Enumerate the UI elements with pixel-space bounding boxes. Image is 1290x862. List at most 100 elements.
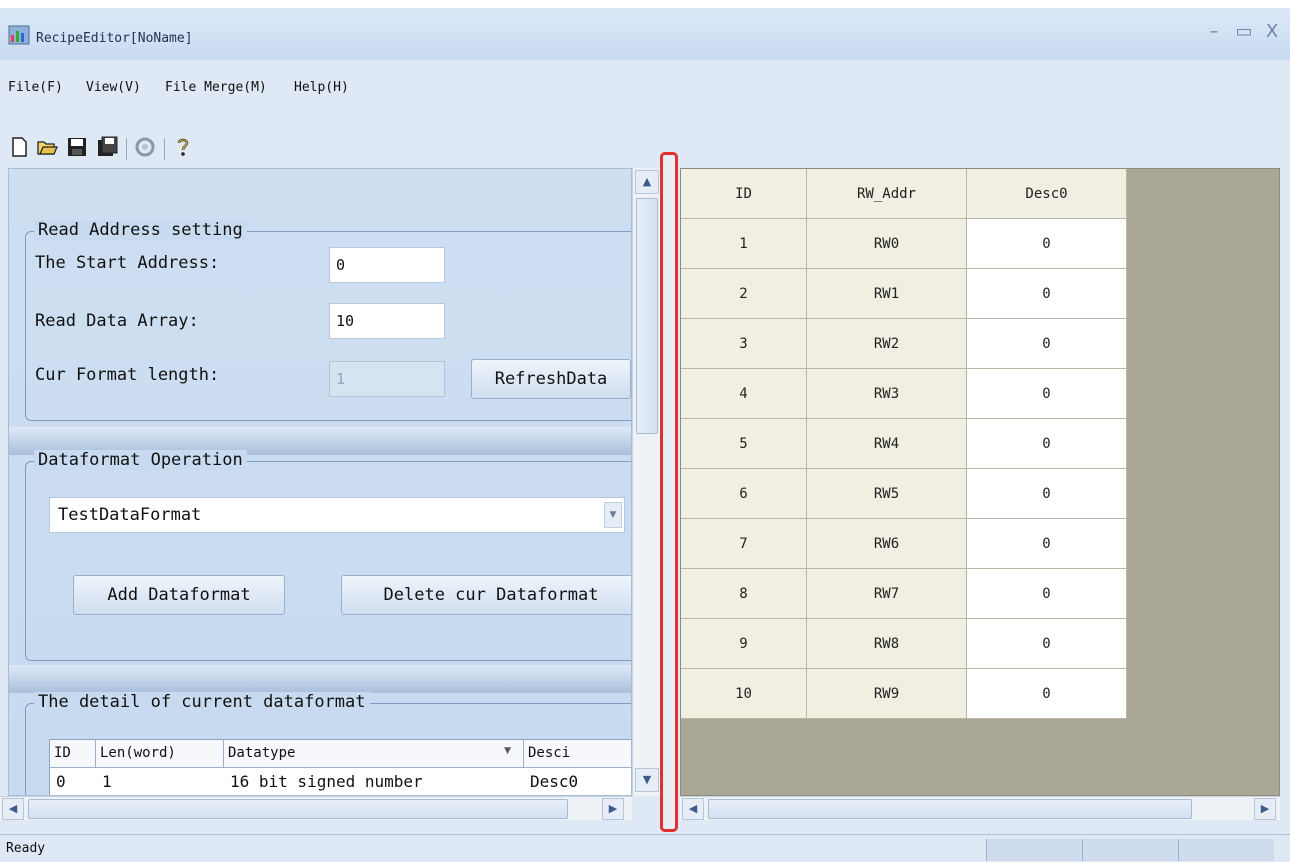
read-data-array-label: Read Data Array: <box>35 311 199 331</box>
dataformat-operation-title: Dataformat Operation <box>34 450 247 470</box>
open-folder-icon[interactable] <box>36 136 58 158</box>
scroll-left-icon[interactable]: ◀ <box>682 798 704 820</box>
left-vertical-scrollbar[interactable]: ▲ ▼ <box>632 168 660 796</box>
dataformat-select[interactable]: TestDataFormat ▼ <box>49 497 625 533</box>
sort-down-icon: ▼ <box>504 746 511 756</box>
grid-horizontal-scrollbar[interactable]: ◀ ▶ <box>680 796 1280 820</box>
left-horizontal-scrollbar[interactable]: ◀ ▶ <box>0 796 632 820</box>
grid-cell-id[interactable]: 6 <box>681 469 807 519</box>
format-length-label: Cur Format length: <box>35 365 220 385</box>
menu-file[interactable]: File(F) <box>8 80 63 95</box>
minimize-button[interactable]: – <box>1200 20 1228 44</box>
scroll-right-icon[interactable]: ▶ <box>602 798 624 820</box>
grid-cell-desc0[interactable]: 0 <box>967 569 1127 619</box>
app-icon <box>8 25 30 45</box>
grid-cell-rw-addr[interactable]: RW3 <box>807 369 967 419</box>
menu-file-merge[interactable]: File Merge(M) <box>165 80 267 95</box>
refresh-data-button[interactable]: RefreshData <box>471 359 631 399</box>
datatype-header-label: Datatype <box>228 745 296 761</box>
menu-view[interactable]: View(V) <box>86 80 141 95</box>
chevron-down-icon[interactable]: ▼ <box>604 502 622 528</box>
grid-cell-rw-addr[interactable]: RW7 <box>807 569 967 619</box>
toolbar <box>0 124 1290 164</box>
read-address-title: Read Address setting <box>34 220 247 240</box>
dataformat-detail-table: ID Len(word) Datatype ▼ Desci 0 1 16 bit… <box>49 739 631 795</box>
grid-cell-rw-addr[interactable]: RW9 <box>807 669 967 719</box>
scroll-left-icon[interactable]: ◀ <box>2 798 24 820</box>
section-divider <box>9 665 631 693</box>
grid-cell-desc0[interactable]: 0 <box>967 269 1127 319</box>
grid-header-rw-addr[interactable]: RW_Addr <box>807 169 967 219</box>
read-data-array-input[interactable]: 10 <box>329 303 445 339</box>
status-panel <box>986 839 1082 861</box>
grid-header-id[interactable]: ID <box>681 169 807 219</box>
grid-cell-desc0[interactable]: 0 <box>967 219 1127 269</box>
refresh-icon[interactable] <box>134 136 156 158</box>
table-cell-id[interactable]: 0 <box>50 768 96 795</box>
status-panel <box>1082 839 1178 861</box>
grid-cell-desc0[interactable]: 0 <box>967 369 1127 419</box>
status-text: Ready <box>6 841 46 856</box>
title-bar: RecipeEditor[NoName] – ▭ X <box>0 8 1290 60</box>
grid-cell-desc0[interactable]: 0 <box>967 469 1127 519</box>
add-dataformat-button[interactable]: Add Dataformat <box>73 575 285 615</box>
close-button[interactable]: X <box>1258 20 1286 44</box>
table-header-len[interactable]: Len(word) <box>96 740 224 768</box>
format-length-input: 1 <box>329 361 445 397</box>
scroll-right-icon[interactable]: ▶ <box>1254 798 1276 820</box>
table-header-id[interactable]: ID <box>50 740 96 768</box>
table-cell-len[interactable]: 1 <box>96 768 224 795</box>
window-title: RecipeEditor[NoName] <box>36 31 193 46</box>
pane-splitter[interactable] <box>660 152 678 832</box>
grid-cell-id[interactable]: 1 <box>681 219 807 269</box>
grid-cell-rw-addr[interactable]: RW0 <box>807 219 967 269</box>
grid-cell-id[interactable]: 9 <box>681 619 807 669</box>
grid-cell-desc0[interactable]: 0 <box>967 419 1127 469</box>
grid-cell-id[interactable]: 4 <box>681 369 807 419</box>
scroll-thumb[interactable] <box>28 799 568 819</box>
maximize-button[interactable]: ▭ <box>1230 20 1258 44</box>
grid-cell-id[interactable]: 3 <box>681 319 807 369</box>
table-header-datatype[interactable]: Datatype ▼ <box>224 740 524 768</box>
grid-cell-id[interactable]: 8 <box>681 569 807 619</box>
toolbar-separator <box>126 138 127 160</box>
new-file-icon[interactable] <box>8 136 30 158</box>
scroll-thumb[interactable] <box>708 799 1192 819</box>
grid-cell-id[interactable]: 2 <box>681 269 807 319</box>
start-address-input[interactable]: 0 <box>329 247 445 283</box>
scroll-down-icon[interactable]: ▼ <box>635 768 659 792</box>
grid-cell-id[interactable]: 7 <box>681 519 807 569</box>
grid-cell-rw-addr[interactable]: RW2 <box>807 319 967 369</box>
grid-cell-desc0[interactable]: 0 <box>967 319 1127 369</box>
recipe-editor-window: RecipeEditor[NoName] – ▭ X File(F) View(… <box>0 8 1290 862</box>
table-cell-desc[interactable]: Desc0 <box>524 768 631 795</box>
data-grid: ID RW_Addr Desc0 1 RW0 0 2 RW1 0 3 RW2 0 4 RW3 0 5 RW4 0 6… <box>680 168 1280 796</box>
dataformat-selected-value: TestDataFormat <box>58 505 202 525</box>
table-header-desc[interactable]: Desci <box>524 740 631 768</box>
dataformat-detail-title: The detail of current dataformat <box>34 692 370 712</box>
scroll-thumb[interactable] <box>636 198 658 434</box>
grid-header-desc0[interactable]: Desc0 <box>967 169 1127 219</box>
settings-pane: Read Address setting The Start Address: … <box>8 168 632 796</box>
help-icon[interactable] <box>172 136 194 158</box>
grid-cell-desc0[interactable]: 0 <box>967 519 1127 569</box>
save-as-icon[interactable] <box>96 136 118 158</box>
menu-help[interactable]: Help(H) <box>294 80 349 95</box>
delete-dataformat-button[interactable]: Delete cur Dataformat <box>341 575 631 615</box>
grid-cell-rw-addr[interactable]: RW4 <box>807 419 967 469</box>
table-cell-datatype[interactable]: 16 bit signed number <box>224 768 524 795</box>
status-bar: Ready <box>0 834 1290 862</box>
grid-cell-desc0[interactable]: 0 <box>967 669 1127 719</box>
grid-cell-rw-addr[interactable]: RW6 <box>807 519 967 569</box>
status-panel <box>1178 839 1274 861</box>
start-address-label: The Start Address: <box>35 253 220 273</box>
grid-cell-rw-addr[interactable]: RW5 <box>807 469 967 519</box>
dataformat-operation-group: Dataformat Operation <box>25 450 631 661</box>
scroll-up-icon[interactable]: ▲ <box>635 170 659 194</box>
grid-cell-id[interactable]: 5 <box>681 419 807 469</box>
save-icon[interactable] <box>66 136 88 158</box>
grid-cell-id[interactable]: 10 <box>681 669 807 719</box>
grid-cell-desc0[interactable]: 0 <box>967 619 1127 669</box>
grid-cell-rw-addr[interactable]: RW1 <box>807 269 967 319</box>
grid-cell-rw-addr[interactable]: RW8 <box>807 619 967 669</box>
